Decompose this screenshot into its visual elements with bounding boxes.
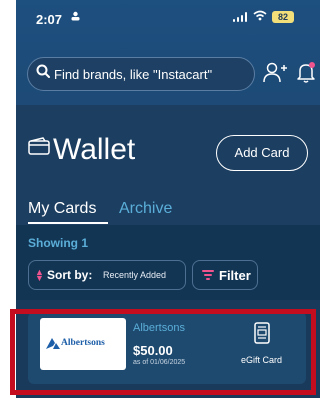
filter-icon: [202, 270, 214, 280]
signal-icon: [233, 12, 247, 22]
search-input[interactable]: Find brands, like "Instacart": [27, 57, 255, 91]
tab-archive[interactable]: Archive: [119, 200, 172, 218]
active-tab-indicator: [28, 222, 108, 224]
filter-label: Filter: [219, 268, 251, 283]
wifi-icon: [253, 10, 267, 24]
search-placeholder: Find brands, like "Instacart": [54, 67, 213, 82]
tab-my-cards[interactable]: My Cards: [28, 200, 96, 218]
battery-icon: 82: [272, 11, 294, 23]
page-title: Wallet: [53, 133, 136, 166]
sort-arrows-icon: ▲ ▼: [35, 267, 44, 283]
person-icon: [71, 11, 80, 24]
status-bar: 2:07 82: [16, 0, 320, 40]
wallet-icon: [28, 137, 50, 155]
status-time: 2:07: [36, 12, 63, 27]
top-area: 2:07 82 Find brands, like "Instacart": [16, 0, 320, 105]
showing-count: Showing 1: [28, 236, 88, 250]
sort-value: Recently Added: [103, 270, 167, 280]
add-friend-icon[interactable]: [263, 62, 287, 84]
sort-button[interactable]: ▲ ▼ Sort by: Recently Added: [28, 260, 186, 290]
sort-label: Sort by:: [47, 268, 93, 282]
filter-button[interactable]: Filter: [192, 260, 258, 290]
search-icon: [36, 64, 50, 78]
notifications-bell-icon[interactable]: [296, 61, 316, 83]
add-card-button[interactable]: Add Card: [216, 135, 308, 171]
highlight-box: [10, 309, 316, 395]
